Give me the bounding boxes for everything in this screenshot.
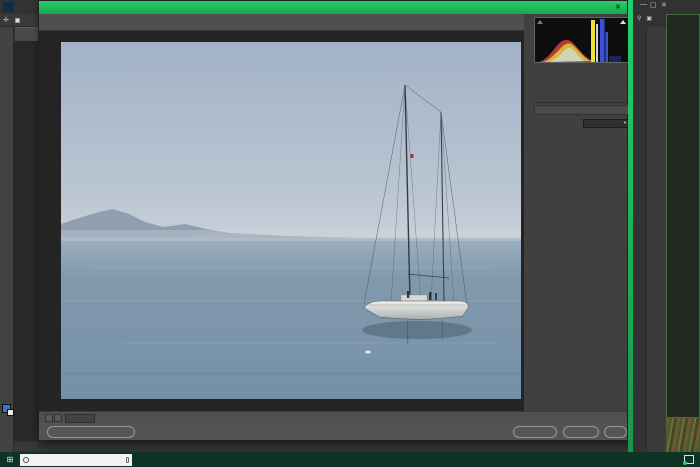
adjustments-panel: ▾ [524,14,627,411]
photoshop-logo [3,2,14,12]
close-icon[interactable]: ✕ [661,1,667,9]
preview-area [39,31,524,411]
close-icon[interactable]: ✕ [615,3,621,11]
save-image-button[interactable] [47,426,135,438]
basic-panel-header [534,105,629,115]
exif-info [534,67,629,91]
move-tool-options-icon: ✛ [3,16,9,24]
zoom-out-button[interactable] [45,414,53,422]
microphone-icon[interactable] [126,457,129,463]
open-image-button[interactable] [513,426,557,438]
done-button[interactable] [604,426,627,438]
taskbar-search[interactable] [20,454,132,466]
auto-select-checkbox[interactable] [15,18,20,23]
minimize-icon[interactable]: — [640,1,647,8]
camera-raw-title-bar[interactable]: ✕ [39,1,627,14]
status-bar-zoom[interactable] [14,442,38,451]
zoom-level-select[interactable] [65,414,95,423]
document-tab[interactable] [15,27,38,41]
highlight-clipping-indicator[interactable] [620,20,626,24]
taskbar: ⊞ [0,452,700,467]
tk-actions-strip [646,27,666,452]
white-balance-select[interactable]: ▾ [583,119,629,128]
tk-extension-panel [666,14,700,418]
notification-badge [683,461,687,465]
background-color-swatch[interactable] [7,409,14,416]
maximize-icon[interactable]: ▢ [650,1,657,9]
rgb-readout [534,67,556,91]
photo-sky [61,42,521,238]
preview-footer [39,411,627,423]
photoshop-toolbar [0,27,14,452]
system-tray [636,452,700,467]
photo-sea [61,238,521,399]
zoom-in-button[interactable] [54,414,62,422]
photoshop-right-panels: — ▢ ✕ ⚲▣ [633,0,700,452]
chevron-down-icon: ▾ [624,119,626,127]
dialog-buttons-row [39,423,627,440]
histogram[interactable] [534,17,629,63]
capture-settings [556,67,629,91]
shadow-clipping-indicator[interactable] [537,20,543,24]
panel-tabs [534,92,629,103]
camera-raw-dialog: ✕ [38,0,628,441]
action-center-icon[interactable] [684,455,694,464]
search-icon[interactable]: ⚲▣ [637,15,657,22]
start-button[interactable]: ⊞ [0,452,20,467]
cortana-icon [23,457,29,463]
screen: ✛ ✕ [0,0,700,467]
photoshop-canvas [14,41,38,441]
photo-preview[interactable] [61,42,521,399]
cancel-button[interactable] [563,426,599,438]
desktop-wallpaper [666,418,700,452]
